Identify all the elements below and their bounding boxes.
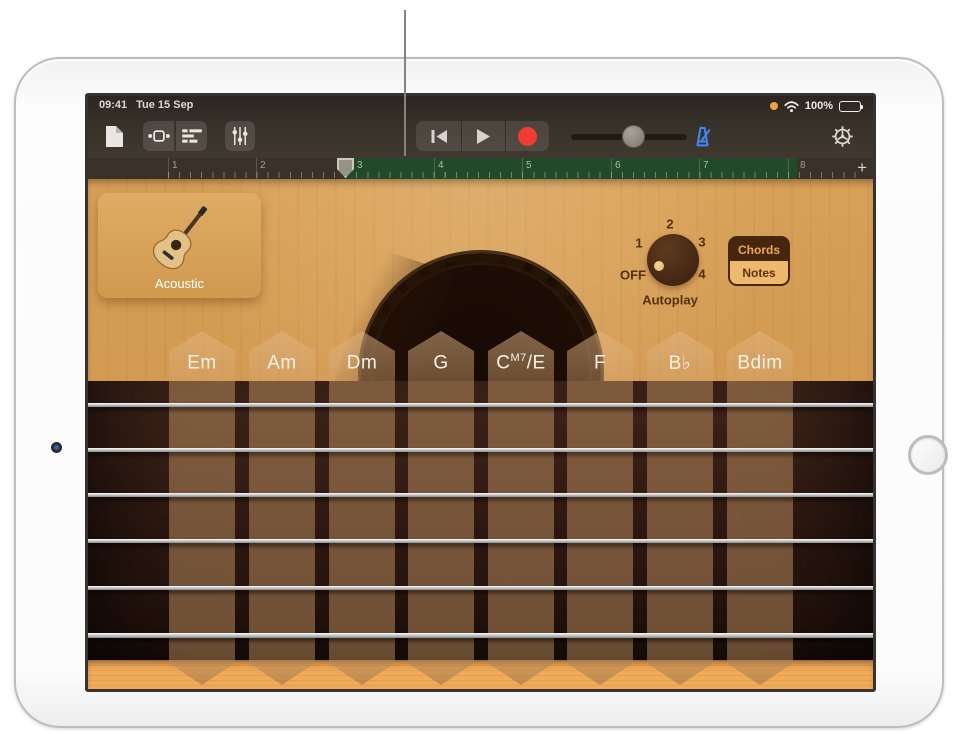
ruler-bar-2: 2 [260,160,266,171]
tracks-view-icon [181,128,203,144]
orange-dot-icon [770,102,778,110]
help-button[interactable]: ? [874,123,876,149]
chord-strip-dm[interactable]: Dm [329,331,395,685]
ruler-bar-3: 3 [357,160,363,171]
ruler-bar-8: 8 [800,160,806,171]
home-button[interactable] [908,435,948,475]
status-bar-left: 09:41 Tue 15 Sep [99,99,193,111]
bar-line-6 [611,158,612,179]
volume-slider-thumb[interactable] [622,125,645,148]
add-bars-button[interactable]: + [857,158,867,178]
instrument-card-label: Acoustic [98,276,261,291]
chord-strip-g[interactable]: G [408,331,474,685]
chord-strip-cm7e[interactable]: CM7/E [488,331,554,685]
chord-strip-am[interactable]: Am [249,331,315,685]
garageband-screen: 09:41 Tue 15 Sep 100% [85,93,876,692]
ruler[interactable]: 1 2 3 4 5 6 7 8 + [88,158,873,179]
skip-to-beginning-icon [430,129,448,144]
battery-percent: 100% [805,100,833,112]
chord-label: G [408,352,474,374]
notes-option[interactable]: Notes [730,261,788,284]
metronome-button[interactable] [688,121,716,151]
bar-line-4 [434,158,435,179]
instrument-view-button[interactable] [143,121,174,151]
ruler-bar-5: 5 [526,160,532,171]
guitar-string-5[interactable] [88,586,873,590]
chord-strip-f[interactable]: F [567,331,633,685]
ruler-bar-7: 7 [703,160,709,171]
guitar-string-4[interactable] [88,539,873,543]
metronome-icon [690,124,715,149]
chord-label: Bdim [727,352,793,374]
toolbar: 09:41 Tue 15 Sep 100% [88,96,873,158]
my-songs-button[interactable] [100,121,128,151]
chords-option[interactable]: Chords [730,238,788,261]
chord-label: Em [169,352,235,374]
chord-label: Am [249,352,315,374]
chord-strip-bdim[interactable]: Bdim [727,331,793,685]
bar-line-1 [168,158,169,179]
bar-line-8 [788,158,789,179]
autoplay-title: Autoplay [642,293,698,308]
chord-strip-em[interactable]: Em [169,331,235,685]
acoustic-guitar-icon [140,197,220,283]
view-toggle-group [143,121,207,151]
gear-icon [830,124,855,149]
chord-strip-bflat[interactable]: B♭ [647,331,713,685]
bar-line-7 [699,158,700,179]
guitar-string-6[interactable] [88,633,873,638]
record-icon [518,127,537,146]
chord-label: F [567,352,633,374]
status-bar-right: 100% [770,99,861,113]
knob-indicator-dot [654,261,664,271]
battery-icon [839,101,861,112]
autoplay-knob[interactable] [647,234,699,286]
transport-controls [416,121,549,151]
chord-label: B♭ [647,352,713,375]
guitar-string-3[interactable] [88,493,873,497]
status-date: Tue 15 Sep [136,99,193,111]
mode-toggle: Chords Notes [728,236,790,286]
bar-line-2 [256,158,257,179]
instrument-card-acoustic[interactable]: Acoustic [98,193,261,298]
faders-icon [231,126,249,146]
rewind-button[interactable] [417,121,461,151]
wifi-icon [784,100,799,113]
autoplay-position-off[interactable]: OFF [620,268,646,283]
guitar-string-2[interactable] [88,448,873,452]
autoplay-position-1[interactable]: 1 [635,236,642,251]
play-button[interactable] [461,121,505,151]
autoplay-position-2[interactable]: 2 [666,217,673,232]
record-button[interactable] [505,121,549,151]
tracks-view-button[interactable] [176,121,207,151]
ruler-ticks [168,172,865,178]
instrument-view-icon [147,127,171,145]
autoplay-position-4[interactable]: 4 [698,267,705,282]
callout-line [404,10,406,156]
ipad-frame: 09:41 Tue 15 Sep 100% [14,57,944,728]
autoplay-position-3[interactable]: 3 [698,235,705,250]
track-controls-button[interactable] [225,121,255,151]
guitar-string-1[interactable] [88,403,873,407]
ruler-bar-6: 6 [615,160,621,171]
ruler-bar-4: 4 [438,160,444,171]
front-camera [51,442,62,453]
chord-label: Dm [329,352,395,374]
bar-line-5 [522,158,523,179]
status-time: 09:41 [99,99,127,111]
ruler-bar-1: 1 [172,160,178,171]
play-icon [475,128,491,145]
document-icon [105,125,124,148]
settings-button[interactable] [828,121,856,151]
chord-label: CM7/E [488,352,554,374]
